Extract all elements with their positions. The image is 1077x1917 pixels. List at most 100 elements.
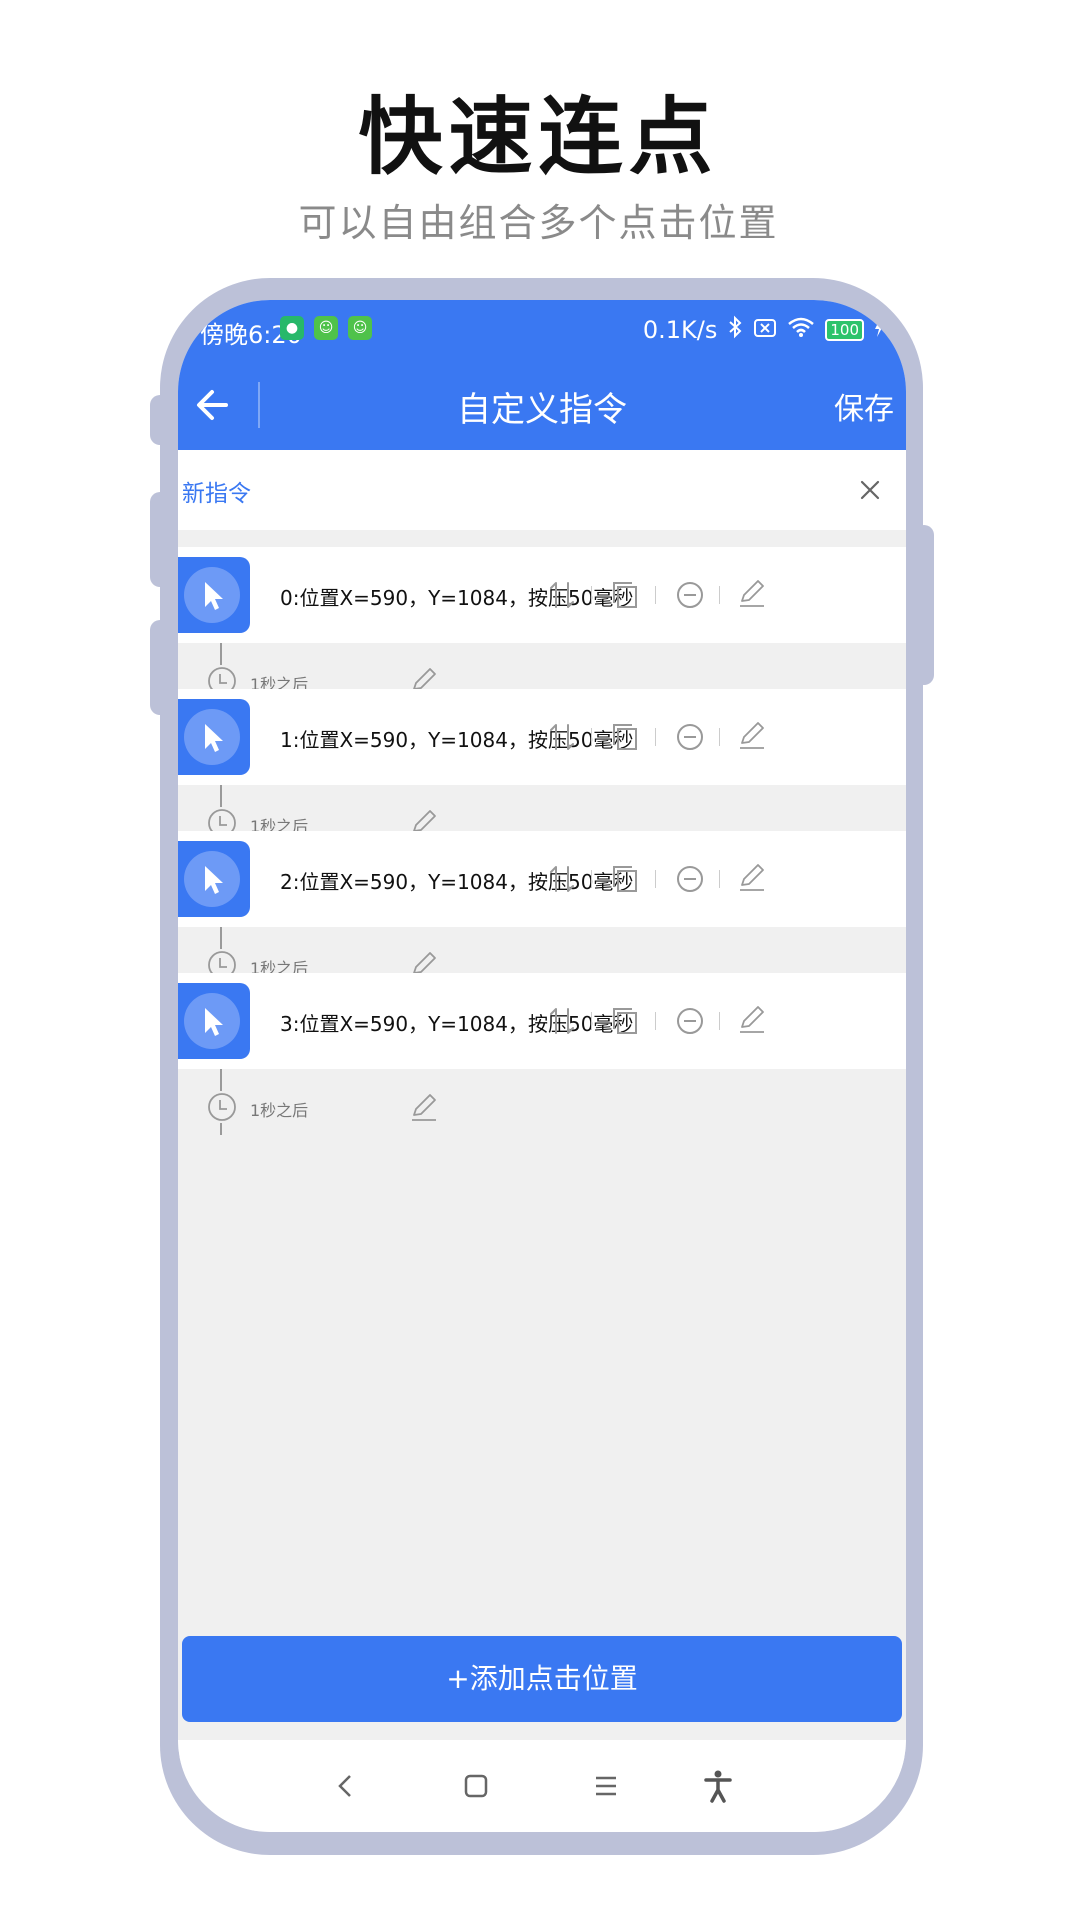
save-button[interactable]: 保存 [834, 384, 894, 428]
system-nav-bar [178, 1740, 906, 1832]
phone-screen: 傍晚6:20 ● ☺ ☺ 0.1K/s 100 自定义指令 保存 新指令 0:位… [178, 300, 906, 1832]
edit-button[interactable] [734, 575, 774, 615]
action-divider [719, 586, 720, 604]
copy-button[interactable] [606, 859, 646, 899]
action-divider [591, 728, 592, 746]
copy-icon [606, 866, 646, 903]
command-row[interactable]: 1:位置X=590，Y=1084，按压50毫秒 [178, 689, 906, 785]
action-divider [591, 1012, 592, 1030]
action-divider [655, 870, 656, 888]
promo-title: 快速连点 [358, 88, 719, 186]
command-row[interactable]: 3:位置X=590，Y=1084，按压50毫秒 [178, 973, 906, 1069]
nav-back-icon [338, 1775, 351, 1797]
timeline-connector [220, 643, 222, 665]
edit-button[interactable] [734, 1001, 774, 1041]
swap-order-icon [542, 724, 582, 761]
delete-button[interactable] [670, 575, 710, 615]
nav-accessibility-button[interactable] [700, 1768, 736, 1804]
action-divider [655, 728, 656, 746]
status-indicators: 0.1K/s 100 [643, 315, 884, 345]
copy-button[interactable] [606, 1001, 646, 1041]
edit-icon [734, 864, 770, 899]
nav-menu-button[interactable] [588, 1768, 624, 1804]
click-point-tile[interactable] [178, 983, 250, 1059]
charging-icon [874, 316, 884, 344]
sim-icon [753, 316, 777, 344]
cursor-badge [184, 851, 240, 907]
action-divider [655, 586, 656, 604]
timeline-connector [220, 785, 222, 807]
delay-row: 1秒之后 [178, 1069, 906, 1147]
cursor-icon [205, 582, 223, 610]
delay-label: 1秒之后 [250, 1101, 309, 1120]
page-title: 自定义指令 [457, 390, 627, 430]
close-icon [860, 480, 880, 500]
command-name-field[interactable]: 新指令 [178, 450, 906, 530]
phone-volume-up-button [150, 492, 170, 587]
edit-button[interactable] [734, 859, 774, 899]
click-point-tile[interactable] [178, 699, 250, 775]
edit-icon [734, 580, 770, 615]
remove-icon [670, 582, 710, 619]
delete-button[interactable] [670, 1001, 710, 1041]
cursor-badge [184, 567, 240, 623]
robot-app-icon: ☺ [314, 316, 338, 340]
cursor-badge [184, 993, 240, 1049]
command-row[interactable]: 2:位置X=590，Y=1084，按压50毫秒 [178, 831, 906, 927]
battery-indicator: 100 [825, 319, 864, 341]
edit-icon [406, 1094, 442, 1129]
swap-order-icon [542, 1008, 582, 1045]
edit-icon [734, 1006, 770, 1041]
swap-order-icon [542, 582, 582, 619]
edit-button[interactable] [734, 717, 774, 757]
remove-icon [670, 866, 710, 903]
action-divider [719, 728, 720, 746]
nav-home-button[interactable] [458, 1768, 494, 1804]
add-click-position-button[interactable]: +添加点击位置 [182, 1636, 902, 1722]
remove-icon [670, 724, 710, 761]
copy-button[interactable] [606, 717, 646, 757]
cursor-icon [205, 724, 223, 752]
click-point-tile[interactable] [178, 557, 250, 633]
edit-delay-button[interactable] [406, 1089, 442, 1125]
command-row[interactable]: 0:位置X=590，Y=1084，按压50毫秒 [178, 547, 906, 643]
clock-icon [206, 1091, 238, 1123]
phone-power-button [914, 525, 934, 685]
copy-button[interactable] [606, 575, 646, 615]
click-point-tile[interactable] [178, 841, 250, 917]
shield-app-icon: ● [280, 316, 304, 340]
copy-icon [606, 1008, 646, 1045]
nav-home-icon [464, 1774, 488, 1798]
timeline-connector [220, 1069, 222, 1091]
edit-icon [734, 722, 770, 757]
cursor-icon [205, 1008, 223, 1036]
app-bar: 自定义指令 保存 [178, 360, 906, 450]
wifi-icon [787, 316, 815, 344]
promo-subtitle: 可以自由组合多个点击位置 [298, 201, 779, 245]
cursor-icon [205, 866, 223, 894]
action-divider [719, 1012, 720, 1030]
network-speed: 0.1K/s [642, 316, 718, 344]
command-name-value: 新指令 [182, 481, 251, 507]
delete-button[interactable] [670, 717, 710, 757]
delete-button[interactable] [670, 859, 710, 899]
cursor-badge [184, 709, 240, 765]
nav-back-button[interactable] [328, 1768, 364, 1804]
reorder-button[interactable] [542, 717, 582, 757]
reorder-button[interactable] [542, 575, 582, 615]
phone-volume-down-button [150, 620, 170, 715]
accessibility-icon [704, 1770, 732, 1803]
nav-menu-icon [596, 1776, 616, 1796]
clear-name-button[interactable] [850, 470, 890, 510]
robot-app-icon-2: ☺ [348, 316, 372, 340]
timeline-connector [220, 927, 222, 949]
copy-icon [606, 724, 646, 761]
reorder-button[interactable] [542, 859, 582, 899]
swap-order-icon [542, 866, 582, 903]
status-bar: 傍晚6:20 ● ☺ ☺ 0.1K/s 100 [178, 300, 906, 360]
timeline-connector [220, 1123, 222, 1135]
action-divider [591, 586, 592, 604]
remove-icon [670, 1008, 710, 1045]
reorder-button[interactable] [542, 1001, 582, 1041]
phone-side-button [150, 395, 170, 445]
